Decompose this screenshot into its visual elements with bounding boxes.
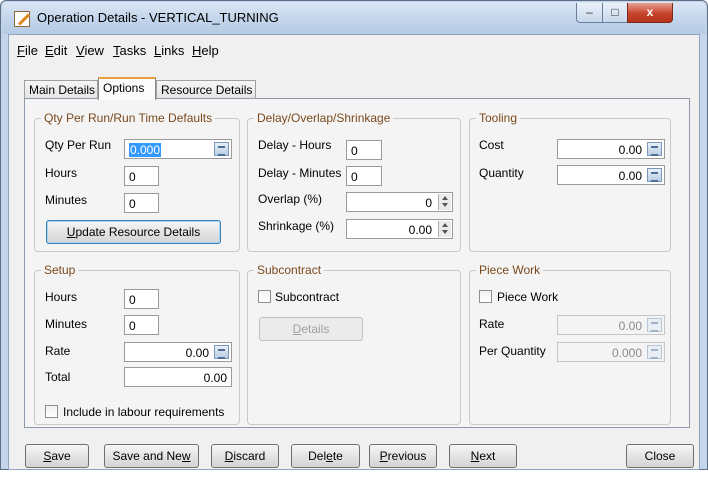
qty-hours-input[interactable]: 0 bbox=[124, 166, 159, 186]
menu-view[interactable]: View bbox=[76, 43, 104, 58]
calculator-icon[interactable] bbox=[647, 168, 662, 182]
subcontract-label[interactable]: Subcontract bbox=[275, 290, 339, 304]
spin-down-icon[interactable] bbox=[442, 203, 448, 207]
include-labour-checkbox[interactable] bbox=[45, 405, 58, 418]
setup-hours-label: Hours bbox=[45, 290, 78, 304]
shrinkage-spinner[interactable] bbox=[438, 221, 451, 237]
menu-links[interactable]: Links bbox=[154, 43, 184, 58]
qty-per-run-value: 0.000 bbox=[129, 143, 162, 157]
tab-main-details[interactable]: Main Details bbox=[24, 80, 98, 99]
setup-minutes-input[interactable]: 0 bbox=[124, 315, 159, 335]
overlap-input[interactable]: 0 bbox=[346, 192, 453, 212]
delay-minutes-label: Delay - Minutes bbox=[258, 166, 342, 180]
menu-file[interactable]: File bbox=[17, 43, 38, 58]
per-quantity-input[interactable]: 0.000 bbox=[557, 342, 665, 362]
minimize-icon: – bbox=[586, 5, 593, 19]
setup-rate-input[interactable]: 0.00 bbox=[124, 342, 232, 362]
overlap-value: 0 bbox=[425, 196, 432, 210]
qty-hours-label: Hours bbox=[45, 166, 78, 180]
tab-resource-details[interactable]: Resource Details bbox=[156, 80, 256, 99]
spin-down-icon[interactable] bbox=[442, 230, 448, 234]
menu-bar: File Edit View Tasks Links Help bbox=[9, 35, 699, 65]
per-quantity-value: 0.000 bbox=[611, 346, 642, 360]
maximize-button[interactable]: □ bbox=[602, 3, 628, 23]
qty-minutes-input[interactable]: 0 bbox=[124, 193, 159, 213]
delete-button[interactable]: Delete bbox=[291, 444, 360, 468]
setup-group-title: Setup bbox=[41, 263, 79, 277]
tab-options[interactable]: Options bbox=[98, 77, 156, 100]
calculator-icon[interactable] bbox=[214, 142, 229, 156]
delay-hours-input[interactable]: 0 bbox=[346, 140, 382, 160]
tooling-cost-input[interactable]: 0.00 bbox=[557, 139, 665, 159]
setup-total-label: Total bbox=[45, 370, 71, 384]
shrinkage-input[interactable]: 0.00 bbox=[346, 219, 453, 239]
per-quantity-label: Per Quantity bbox=[479, 344, 546, 358]
setup-hours-input[interactable]: 0 bbox=[124, 289, 159, 309]
spin-up-icon[interactable] bbox=[442, 196, 448, 200]
overlap-label: Overlap (%) bbox=[258, 192, 323, 206]
tooling-cost-label: Cost bbox=[479, 138, 504, 152]
setup-minutes-label: Minutes bbox=[45, 317, 88, 331]
shrinkage-label: Shrinkage (%) bbox=[258, 219, 335, 233]
delay-hours-label: Delay - Hours bbox=[258, 138, 332, 152]
title-bar[interactable]: Operation Details - VERTICAL_TURNING – □… bbox=[2, 2, 706, 34]
delay-group-title: Delay/Overlap/Shrinkage bbox=[254, 111, 394, 125]
subcontract-details-button[interactable]: Details bbox=[259, 317, 363, 341]
spin-up-icon[interactable] bbox=[442, 223, 448, 227]
save-and-new-button[interactable]: Save and New bbox=[104, 444, 199, 468]
menu-tasks[interactable]: Tasks bbox=[113, 43, 146, 58]
piece-work-rate-input[interactable]: 0.00 bbox=[557, 315, 665, 335]
close-button[interactable]: Close bbox=[626, 444, 694, 468]
update-resource-details-button[interactable]: Update Resource Details bbox=[46, 220, 221, 244]
menu-edit[interactable]: Edit bbox=[45, 43, 67, 58]
piece-work-rate-value: 0.00 bbox=[618, 319, 642, 333]
overlap-spinner[interactable] bbox=[438, 194, 451, 210]
previous-button[interactable]: Previous bbox=[369, 444, 437, 468]
tooling-group-title: Tooling bbox=[476, 111, 521, 125]
subcontract-group-title: Subcontract bbox=[254, 263, 325, 277]
minimize-button[interactable]: – bbox=[576, 3, 603, 23]
calculator-icon[interactable] bbox=[647, 345, 662, 359]
window-title: Operation Details - VERTICAL_TURNING bbox=[37, 10, 279, 25]
window-bottom-edge bbox=[0, 470, 708, 480]
qty-per-run-input[interactable]: 0.000 bbox=[124, 139, 232, 159]
piece-work-rate-label: Rate bbox=[479, 317, 505, 331]
shrinkage-value: 0.00 bbox=[408, 223, 432, 237]
close-window-button[interactable]: x bbox=[627, 3, 673, 23]
piece-work-checkbox[interactable] bbox=[479, 290, 492, 303]
maximize-icon: □ bbox=[611, 5, 619, 19]
subcontract-checkbox[interactable] bbox=[258, 290, 271, 303]
tooling-quantity-value: 0.00 bbox=[618, 169, 642, 183]
tooling-quantity-label: Quantity bbox=[479, 166, 524, 180]
discard-button[interactable]: Discard bbox=[211, 444, 279, 468]
tooling-quantity-input[interactable]: 0.00 bbox=[557, 165, 665, 185]
qty-per-run-group-title: Qty Per Run/Run Time Defaults bbox=[41, 111, 216, 125]
document-edit-icon bbox=[14, 11, 31, 27]
calculator-icon[interactable] bbox=[647, 142, 662, 156]
piece-work-label[interactable]: Piece Work bbox=[497, 290, 558, 304]
calculator-icon[interactable] bbox=[647, 318, 662, 332]
next-button[interactable]: Next bbox=[449, 444, 517, 468]
include-labour-label[interactable]: Include in labour requirements bbox=[63, 405, 224, 419]
qty-minutes-label: Minutes bbox=[45, 193, 88, 207]
tooling-cost-value: 0.00 bbox=[618, 143, 642, 157]
delay-minutes-input[interactable]: 0 bbox=[346, 166, 382, 186]
piece-work-group-title: Piece Work bbox=[476, 263, 544, 277]
menu-help[interactable]: Help bbox=[192, 43, 219, 58]
close-icon: x bbox=[646, 5, 654, 19]
setup-rate-label: Rate bbox=[45, 344, 71, 358]
save-button[interactable]: Save bbox=[25, 444, 89, 468]
setup-rate-value: 0.00 bbox=[185, 346, 209, 360]
setup-total-field: 0.00 bbox=[124, 367, 232, 387]
qty-per-run-label: Qty Per Run bbox=[45, 138, 112, 152]
calculator-icon[interactable] bbox=[214, 345, 229, 359]
